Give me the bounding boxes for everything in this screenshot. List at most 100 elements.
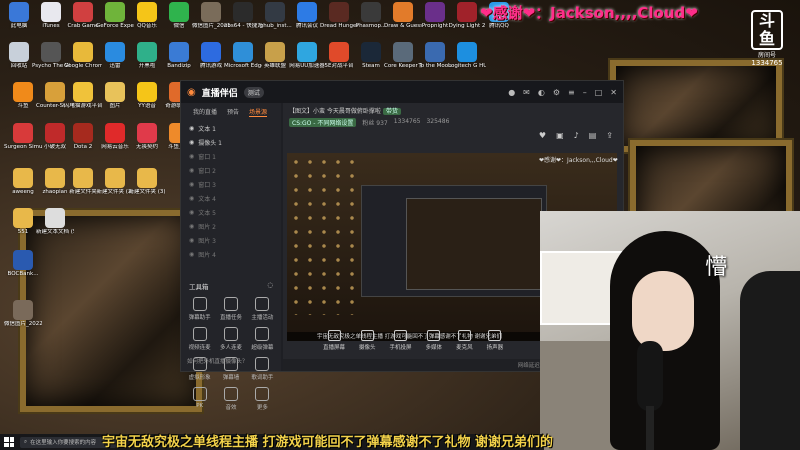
desktop-icon[interactable]: Surgeon Simulator 2 — [4, 123, 42, 151]
room-category[interactable]: CS:GO - 不同网络设置 — [289, 118, 357, 127]
desktop-icon[interactable]: 开黑啦 — [130, 42, 164, 70]
scene-item[interactable]: ◉ 窗口 3 — [181, 177, 281, 191]
toolbox-expand-icon[interactable]: ◌ — [267, 281, 273, 291]
gift-icon[interactable]: ♥ — [539, 131, 546, 140]
scene-item[interactable]: ◉ 摄像头 1 — [181, 135, 281, 149]
skin-icon[interactable]: ◐ — [538, 88, 545, 97]
desktop-icon[interactable]: 网易云音乐 — [98, 123, 132, 151]
desktop-icon[interactable]: 闪电猫游戏平台 — [64, 82, 102, 110]
desktop-icon[interactable]: Microsoft Edge — [224, 42, 262, 70]
desktop-icon[interactable]: 无畏契约 — [130, 123, 164, 151]
desktop-icon[interactable]: 新建文件夹 (3) — [128, 168, 166, 196]
visibility-eye-icon[interactable]: ◉ — [189, 251, 194, 258]
desktop-icon[interactable]: 微信图片_2021111... — [192, 2, 230, 30]
desktop-icon[interactable]: 腾讯会议 — [290, 2, 324, 30]
source-control-button[interactable]: 扬声器 — [487, 330, 503, 351]
desktop-icon[interactable]: 斗鱼 — [6, 82, 40, 110]
message-icon[interactable]: ✉ — [523, 88, 530, 97]
desktop-icon[interactable]: Dying Light 2 — [449, 2, 485, 30]
app-titlebar[interactable]: ◉ 直播伴侣 测试 ● ✉ ◐ ⚙ ≡ – □ ✕ — [181, 81, 623, 103]
desktop-icon[interactable]: 图片 — [98, 82, 132, 110]
toolbox-item[interactable]: 更多 — [248, 387, 277, 411]
toolbox-item[interactable]: 直播任务 — [216, 297, 245, 321]
desktop-icon[interactable]: Phasmop... — [354, 2, 388, 30]
desktop-icon[interactable]: YY语音 — [130, 82, 164, 110]
desktop-icon[interactable]: aweeng — [6, 168, 40, 196]
maximize-icon[interactable]: □ — [595, 88, 603, 97]
scene-tab[interactable]: 我的直播 — [193, 107, 217, 117]
toolbox-item[interactable]: 音效 — [216, 387, 245, 411]
visibility-eye-icon[interactable]: ◉ — [189, 195, 194, 202]
source-control-button[interactable]: 多媒体 — [426, 330, 442, 351]
scene-item[interactable]: ◉ 图片 3 — [181, 233, 281, 247]
share-icon[interactable]: ⇪ — [606, 131, 613, 140]
desktop-icon[interactable]: 新建文本文档 (5) — [36, 208, 74, 236]
desktop-icon[interactable]: ighub_inst... — [258, 2, 292, 30]
desktop-icon[interactable]: Steam — [354, 42, 388, 70]
desktop-icon[interactable]: Draw & Guess — [384, 2, 422, 30]
desktop-icon[interactable]: iTunes — [34, 2, 68, 30]
lock-icon[interactable]: ▤ — [589, 131, 597, 140]
avatar-icon[interactable]: ● — [508, 88, 515, 97]
scene-item[interactable]: ◉ 图片 2 — [181, 219, 281, 233]
visibility-eye-icon[interactable]: ◉ — [189, 153, 194, 160]
toolbox-item[interactable]: 歌词助手 — [248, 357, 277, 381]
desktop-icon[interactable]: 此电脑 — [2, 2, 36, 30]
desktop-icon[interactable]: 新建文件夹 (2) — [96, 168, 134, 196]
visibility-eye-icon[interactable]: ◉ — [189, 209, 194, 216]
desktop-icon[interactable]: obs64 - 快捷方式 — [224, 2, 262, 30]
desktop-icon[interactable]: GeForce Experience — [96, 2, 134, 30]
desktop-icon[interactable]: 网易UU加速器 — [289, 42, 325, 70]
bag-icon[interactable]: ▣ — [556, 131, 564, 140]
desktop-icon[interactable]: 微信图片_2022011... — [4, 300, 42, 328]
visibility-eye-icon[interactable]: ◉ — [189, 125, 194, 132]
desktop-icon[interactable]: Bandizip — [162, 42, 196, 70]
visibility-eye-icon[interactable]: ◉ — [189, 237, 194, 244]
desktop-icon[interactable]: Psycho The Wire Sou... — [32, 42, 70, 70]
desktop-icon[interactable]: 回收站 — [2, 42, 36, 70]
desktop-icon[interactable]: 微信 — [162, 2, 196, 30]
desktop-icon[interactable]: BOCBank... — [6, 250, 40, 278]
scene-item[interactable]: ◉ 文本 1 — [181, 121, 281, 135]
desktop-icon[interactable]: Crab Game — [66, 2, 100, 30]
desktop-icon[interactable]: QQ音乐 — [130, 2, 164, 30]
desktop-icon[interactable]: 新建文件夹 — [66, 168, 100, 196]
desktop-icon[interactable]: Core Keeper 服... — [384, 42, 422, 70]
toolbox-item[interactable]: 多人连麦 — [216, 327, 245, 351]
visibility-eye-icon[interactable]: ◉ — [189, 167, 194, 174]
toolbox-item[interactable]: 弹幕助手 — [185, 297, 214, 321]
source-control-button[interactable]: 直播屏幕 — [323, 330, 345, 351]
desktop-icon[interactable]: Dread Hunger — [320, 2, 358, 30]
toolbox-item[interactable]: 超级弹幕 — [248, 327, 277, 351]
desktop-icon[interactable]: 迅雷 — [98, 42, 132, 70]
scene-item[interactable]: ◉ 窗口 1 — [181, 149, 281, 163]
desktop-icon[interactable]: To the Moon — [418, 42, 452, 70]
help-tip[interactable]: 如何把外机直播摄像头？ — [187, 357, 248, 365]
scene-item[interactable]: ◉ 文本 4 — [181, 191, 281, 205]
source-control-button[interactable]: 摄像头 — [359, 330, 376, 351]
settings-icon[interactable]: ⚙ — [553, 88, 560, 97]
visibility-eye-icon[interactable]: ◉ — [189, 139, 194, 146]
toolbox-item[interactable]: PK — [185, 387, 214, 411]
desktop-icon[interactable]: 腾讯游戏 — [194, 42, 228, 70]
close-icon[interactable]: ✕ — [610, 88, 617, 97]
source-control-button[interactable]: 手机投屏 — [390, 330, 412, 351]
desktop-icon[interactable]: 551 — [6, 208, 40, 236]
toolbox-item[interactable]: 主播活动 — [248, 297, 277, 321]
room-title[interactable]: 【图文】小蛮 今天晨哥做俯卧撑啦 — [289, 108, 381, 115]
toolbox-item[interactable]: 视频连麦 — [185, 327, 214, 351]
scene-item[interactable]: ◉ 窗口 2 — [181, 163, 281, 177]
desktop-icon[interactable]: 英雄联盟 — [258, 42, 292, 70]
bell-icon[interactable]: ♪ — [574, 131, 579, 140]
desktop-icon[interactable]: 5E对战平台 — [322, 42, 356, 70]
scene-tab[interactable]: 场景源 — [249, 107, 268, 117]
windows-start-icon[interactable] — [4, 437, 14, 447]
scene-tab[interactable]: 预告 — [227, 107, 239, 117]
visibility-eye-icon[interactable]: ◉ — [189, 181, 194, 188]
desktop-icon[interactable]: Logitech G HUB — [448, 42, 486, 70]
scene-item[interactable]: ◉ 文本 5 — [181, 205, 281, 219]
menu-icon[interactable]: ≡ — [568, 88, 575, 97]
visibility-eye-icon[interactable]: ◉ — [189, 223, 194, 230]
scene-item[interactable]: ◉ 图片 4 — [181, 247, 281, 261]
desktop-icon[interactable]: Propnight — [418, 2, 452, 30]
